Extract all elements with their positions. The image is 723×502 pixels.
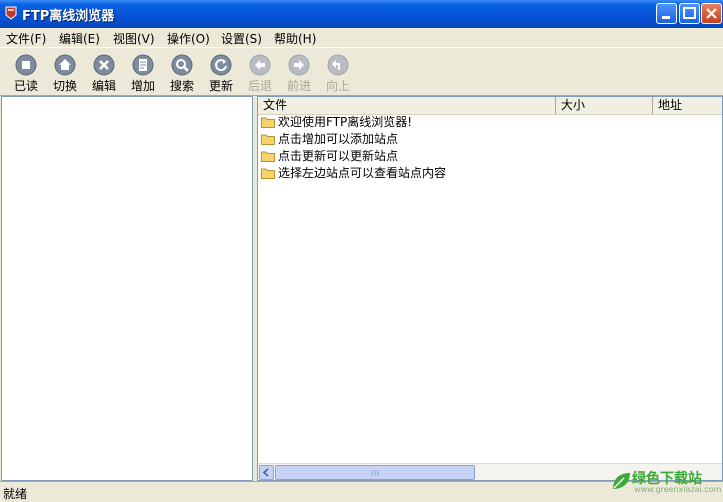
app-icon — [5, 6, 17, 20]
watermark-url: www.greenxiazai.com — [634, 485, 722, 494]
window-title: FTP离线浏览器 — [22, 9, 115, 24]
toolbar-up-button[interactable]: 向上 — [320, 54, 356, 94]
forward-icon — [288, 54, 310, 76]
column-header-address[interactable]: 地址 — [653, 97, 722, 114]
scroll-thumb[interactable] — [275, 465, 475, 480]
file-list-pane[interactable]: 文件 大小 地址 欢迎使用FTP离线浏览器! 点击增加可以添加站点 点击更新可以… — [257, 96, 723, 481]
menu-settings[interactable]: 设置(S) — [221, 30, 262, 47]
leaf-logo-icon — [613, 473, 630, 489]
toolbar-back-button[interactable]: 后退 — [242, 54, 278, 94]
maximize-icon — [683, 7, 696, 19]
watermark: 绿色下载站 www.greenxiazai.com — [610, 468, 722, 498]
folder-icon — [261, 117, 275, 128]
toolbar-update-button[interactable]: 更新 — [203, 54, 239, 94]
close-icon — [93, 54, 115, 76]
list-item-name: 选择左边站点可以查看站点内容 — [278, 166, 447, 180]
toolbar-switch-button[interactable]: 切换 — [47, 54, 83, 94]
list-header: 文件 大小 地址 — [258, 97, 722, 115]
menu-operate[interactable]: 操作(O) — [167, 30, 210, 47]
stop-icon — [15, 54, 37, 76]
up-icon — [327, 54, 349, 76]
menu-help[interactable]: 帮助(H) — [274, 30, 316, 47]
menu-file[interactable]: 文件(F) — [6, 30, 46, 47]
back-icon — [249, 54, 271, 76]
list-item-name: 点击增加可以添加站点 — [278, 132, 399, 146]
grip-icon — [371, 470, 379, 476]
menu-bar: 文件(F) 编辑(E) 视图(V) 操作(O) 设置(S) 帮助(H) — [0, 28, 723, 47]
toolbar-forward-button[interactable]: 前进 — [281, 54, 317, 94]
menu-edit[interactable]: 编辑(E) — [59, 30, 100, 47]
page-icon — [132, 54, 154, 76]
chevron-left-icon — [262, 468, 269, 477]
folder-icon — [261, 134, 275, 145]
search-icon — [171, 54, 193, 76]
home-icon — [54, 54, 76, 76]
toolbar-read-button[interactable]: 已读 — [8, 54, 44, 94]
minimize-button[interactable] — [656, 3, 677, 24]
toolbar: 已读 切换 编辑 增加 搜索 更新 后退 前进 向上 — [0, 47, 723, 96]
maximize-button[interactable] — [679, 3, 700, 24]
status-text: 就绪 — [3, 487, 28, 501]
folder-icon — [261, 151, 275, 162]
toolbar-add-button[interactable]: 增加 — [125, 54, 161, 94]
list-item-name: 点击更新可以更新站点 — [278, 149, 399, 163]
title-bar[interactable]: FTP离线浏览器 — [0, 0, 723, 28]
close-button[interactable] — [701, 3, 722, 24]
minimize-icon — [662, 16, 670, 19]
site-tree-pane[interactable] — [1, 96, 253, 481]
scroll-left-button[interactable] — [259, 465, 274, 480]
close-icon — [706, 8, 717, 19]
toolbar-search-button[interactable]: 搜索 — [164, 54, 200, 94]
column-header-size[interactable]: 大小 — [556, 97, 653, 114]
refresh-icon — [210, 54, 232, 76]
list-item-name: 欢迎使用FTP离线浏览器! — [278, 115, 413, 129]
column-header-file[interactable]: 文件 — [258, 97, 556, 114]
menu-view[interactable]: 视图(V) — [113, 30, 155, 47]
folder-icon — [261, 168, 275, 179]
toolbar-edit-button[interactable]: 编辑 — [86, 54, 122, 94]
